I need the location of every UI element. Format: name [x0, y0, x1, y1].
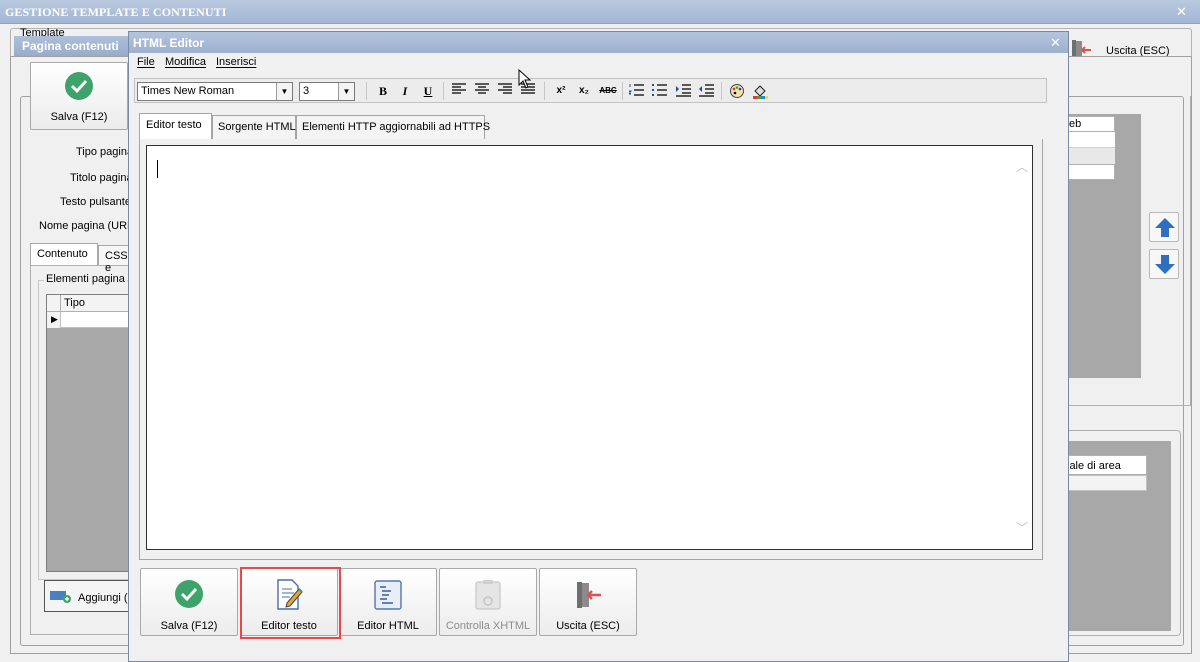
checkmark-icon	[64, 71, 94, 104]
outdent-icon[interactable]	[698, 83, 714, 99]
bold-button[interactable]: B	[375, 83, 391, 99]
tab-editor-testo[interactable]: Editor testo	[139, 113, 212, 140]
move-down-button[interactable]	[1149, 249, 1179, 279]
chevron-down-icon[interactable]: ▼	[338, 83, 354, 100]
titolo-pagina-label: Titolo pagina	[70, 172, 133, 184]
right-grid-lower-header-label: iale di area	[1067, 460, 1121, 472]
check-xhtml-button[interactable]: Controlla XHTML	[439, 568, 537, 636]
editor-save-button[interactable]: Salva (F12)	[140, 568, 238, 636]
underline-button[interactable]: U	[420, 83, 436, 99]
right-grid-header-label: eb	[1069, 118, 1082, 130]
arrow-up-icon	[1154, 216, 1176, 241]
subscript-button[interactable]: x₂	[576, 83, 592, 99]
strikethrough-button[interactable]: ABC	[598, 83, 618, 99]
page-save-button[interactable]: Salva (F12)	[30, 62, 128, 130]
toolbar-separator	[622, 82, 623, 100]
font-size-value: 3	[303, 85, 310, 97]
checkmark-icon	[174, 579, 204, 612]
palette-icon[interactable]	[729, 83, 745, 99]
toolbar-separator	[366, 82, 367, 100]
toolbar-separator	[721, 82, 722, 100]
tab-sorgente-html[interactable]: Sorgente HTML	[212, 115, 296, 140]
rich-text-editor[interactable]	[146, 145, 1033, 550]
html-editor-button[interactable]: Editor HTML	[339, 568, 437, 636]
grid-header-selector	[47, 295, 61, 312]
page-dialog-title: Pagina contenuti	[22, 39, 119, 53]
table-row[interactable]	[1067, 475, 1147, 491]
html-editor-title: HTML Editor	[133, 36, 205, 50]
tab-elementi-https[interactable]: Elementi HTTP aggiornabili ad HTTPS	[296, 115, 490, 140]
move-up-button[interactable]	[1149, 212, 1179, 242]
add-element-icon	[50, 589, 72, 606]
tipo-pagina-label: Tipo pagina	[76, 146, 134, 158]
toolbar-separator	[443, 82, 444, 100]
align-left-icon[interactable]	[451, 83, 467, 99]
font-family-value: Times New Roman	[141, 85, 235, 97]
check-xhtml-label: Controlla XHTML	[445, 620, 531, 632]
chevron-down-icon[interactable]: ▼	[276, 83, 292, 100]
superscript-button[interactable]: x²	[553, 83, 569, 99]
elementi-pagina-label: Elementi pagina	[44, 273, 127, 285]
row-pointer-icon: ▶	[51, 314, 58, 324]
text-caret	[157, 160, 158, 178]
grid-header-tipo: Tipo	[64, 297, 85, 309]
table-row[interactable]	[1067, 164, 1115, 180]
align-right-icon[interactable]	[497, 83, 513, 99]
arrow-down-icon	[1154, 253, 1176, 278]
testo-pulsante-label: Testo pulsante	[60, 196, 131, 208]
editor-save-label: Salva (F12)	[160, 620, 218, 632]
tab-css[interactable]: CSS e	[98, 245, 130, 274]
nome-pagina-label: Nome pagina (URL	[39, 220, 134, 232]
check-document-icon	[473, 579, 503, 614]
menu-inserisci[interactable]: Inserisci	[216, 56, 256, 68]
page-save-label: Salva (F12)	[50, 111, 108, 123]
scroll-up-icon[interactable]: ︿	[1016, 158, 1028, 175]
html-editor-label: Editor HTML	[357, 620, 419, 632]
fill-color-icon[interactable]	[752, 83, 768, 99]
add-element-label: Aggiungi (I	[78, 592, 131, 604]
editor-exit-button[interactable]: Uscita (ESC)	[539, 568, 637, 636]
align-center-icon[interactable]	[474, 83, 490, 99]
main-window-title: GESTIONE TEMPLATE E CONTENUTI	[5, 5, 227, 19]
numbered-list-icon[interactable]	[627, 83, 644, 99]
elementi-grid[interactable]	[46, 294, 130, 572]
font-size-select[interactable]: 3 ▼	[299, 82, 355, 101]
italic-button[interactable]: I	[397, 83, 413, 99]
exit-door-icon	[573, 579, 603, 614]
font-family-select[interactable]: Times New Roman ▼	[137, 82, 293, 101]
toolbar-separator	[544, 82, 545, 100]
menu-bar	[129, 53, 1068, 72]
indent-icon[interactable]	[675, 83, 691, 99]
menu-modifica[interactable]: Modifica	[165, 56, 206, 68]
scroll-down-icon[interactable]: ﹀	[1016, 519, 1028, 536]
tab-contenuto[interactable]: Contenuto	[30, 243, 98, 265]
selection-highlight	[240, 567, 341, 639]
html-editor-close-icon[interactable]: ✕	[1050, 36, 1061, 49]
menu-file[interactable]: File	[137, 56, 155, 68]
main-close-icon[interactable]: ✕	[1176, 5, 1187, 18]
mouse-cursor-icon	[518, 68, 532, 92]
editor-exit-label: Uscita (ESC)	[556, 620, 620, 632]
html-source-icon	[373, 579, 403, 614]
bullet-list-icon[interactable]	[651, 83, 667, 99]
table-row[interactable]	[1067, 132, 1115, 148]
table-row[interactable]	[1067, 148, 1115, 164]
html-editor-title-bar	[129, 32, 1068, 53]
